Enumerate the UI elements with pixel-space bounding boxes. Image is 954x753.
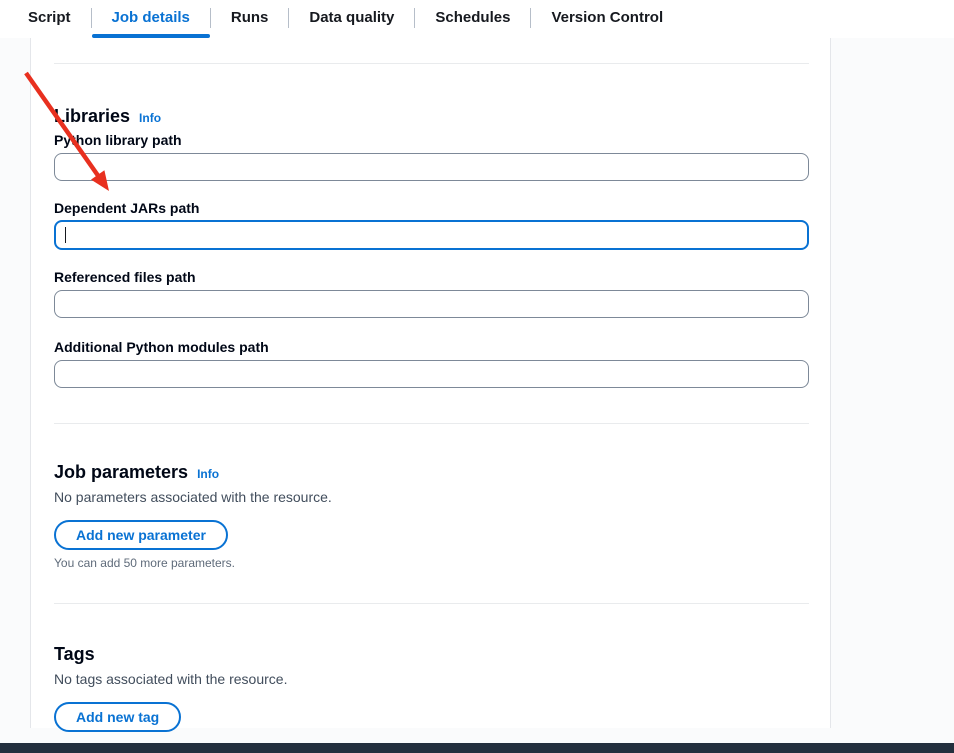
section-divider bbox=[54, 603, 809, 604]
additional-python-modules-path-label: Additional Python modules path bbox=[54, 338, 809, 356]
dependent-jars-path-label: Dependent JARs path bbox=[54, 199, 809, 217]
referenced-files-path-input[interactable] bbox=[54, 290, 809, 318]
tab-schedules[interactable]: Schedules bbox=[415, 0, 530, 38]
console-footer-bar bbox=[0, 743, 954, 753]
python-library-path-input[interactable] bbox=[54, 153, 809, 181]
add-new-parameter-button[interactable]: Add new parameter bbox=[54, 520, 228, 550]
referenced-files-path-label: Referenced files path bbox=[54, 268, 809, 286]
job-parameters-empty-text: No parameters associated with the resour… bbox=[54, 487, 809, 507]
tags-empty-text: No tags associated with the resource. bbox=[54, 669, 809, 689]
libraries-section-heading: Libraries Info bbox=[54, 105, 809, 127]
dependent-jars-path-input[interactable] bbox=[54, 220, 809, 250]
job-tabs: Script Job details Runs Data quality Sch… bbox=[0, 0, 954, 38]
job-details-workspace: Libraries Info Python library path Depen… bbox=[0, 38, 954, 753]
tab-runs[interactable]: Runs bbox=[211, 0, 289, 38]
job-parameters-section-heading: Job parameters Info bbox=[54, 461, 809, 483]
tab-script[interactable]: Script bbox=[8, 0, 91, 38]
section-divider bbox=[54, 423, 809, 424]
tags-title: Tags bbox=[54, 643, 95, 665]
tags-section-heading: Tags bbox=[54, 643, 809, 665]
job-parameters-title: Job parameters bbox=[54, 461, 188, 483]
additional-python-modules-path-wrap bbox=[54, 360, 809, 388]
tab-data-quality[interactable]: Data quality bbox=[289, 0, 414, 38]
python-library-path-wrap bbox=[54, 153, 809, 181]
libraries-info-link[interactable]: Info bbox=[139, 111, 161, 125]
tab-job-details[interactable]: Job details bbox=[92, 0, 210, 38]
job-details-panel: Libraries Info Python library path Depen… bbox=[30, 38, 831, 728]
referenced-files-path-wrap bbox=[54, 290, 809, 318]
section-divider bbox=[54, 63, 809, 64]
python-library-path-label: Python library path bbox=[54, 131, 809, 149]
tab-version-control[interactable]: Version Control bbox=[531, 0, 683, 38]
job-parameters-info-link[interactable]: Info bbox=[197, 467, 219, 481]
add-new-tag-button[interactable]: Add new tag bbox=[54, 702, 181, 732]
additional-python-modules-path-input[interactable] bbox=[54, 360, 809, 388]
text-caret bbox=[65, 227, 66, 243]
libraries-title: Libraries bbox=[54, 105, 130, 127]
dependent-jars-path-wrap bbox=[54, 220, 809, 250]
job-parameters-hint-text: You can add 50 more parameters. bbox=[54, 555, 809, 571]
